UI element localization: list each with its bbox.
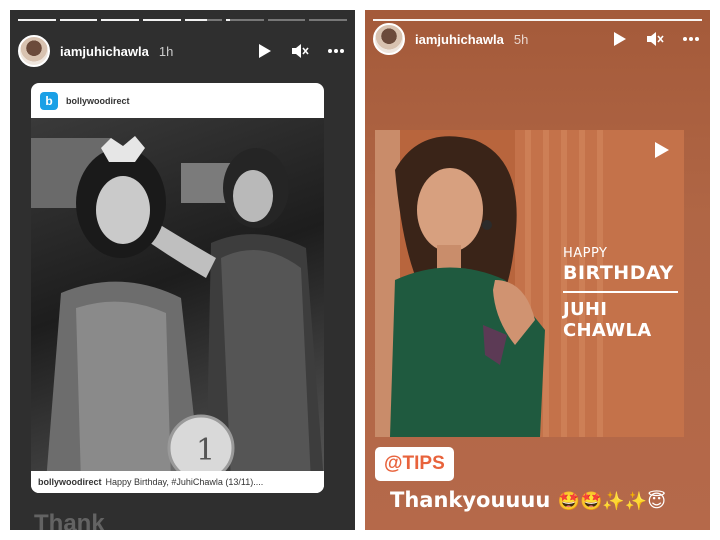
progress-segment [184, 19, 223, 21]
story-left: iamjuhichawla 1h b bollywoodirect 1 boll… [10, 10, 355, 530]
shared-post-header: b bollywoodirect [31, 83, 324, 118]
more-options-icon[interactable] [680, 28, 702, 50]
birthday-line-3: JUHI CHAWLA [563, 299, 652, 341]
story-header: iamjuhichawla 1h [18, 34, 347, 68]
birthday-line-1: HAPPY [563, 246, 608, 261]
source-logo: b [40, 91, 58, 110]
post-time: 1h [158, 43, 174, 59]
progress-segment [101, 19, 139, 21]
progress-segment [267, 19, 306, 21]
play-icon[interactable] [654, 141, 670, 164]
shared-post-photo: 1 [31, 118, 324, 482]
shared-post-card[interactable]: b bollywoodirect 1 bollywoodirect Happy … [31, 83, 324, 493]
progress-segment [59, 19, 98, 21]
divider [563, 291, 678, 293]
story-progress-bar [373, 19, 702, 21]
avatar[interactable] [18, 35, 50, 67]
progress-segment-fill [226, 19, 230, 21]
caption-text: Happy Birthday, #JuhiChawla (13/11).... [105, 477, 264, 487]
mention-sticker[interactable]: @TIPS [375, 447, 454, 481]
source-name[interactable]: bollywoodirect [66, 96, 130, 106]
username[interactable]: iamjuhichawla [60, 44, 149, 59]
story-message: Thankyouuuu 🤩🤩✨✨😇 [390, 488, 666, 512]
story-right: iamjuhichawla 5h HAPPY BIRTHDAY JUHI CHA… [365, 10, 710, 530]
username[interactable]: iamjuhichawla [415, 32, 504, 47]
progress-segment-fill [142, 19, 181, 21]
birthday-text: HAPPY BIRTHDAY JUHI CHAWLA [563, 246, 684, 341]
progress-segment-fill [59, 19, 98, 21]
progress-segment [142, 19, 181, 21]
story-header: iamjuhichawla 5h [373, 22, 702, 56]
caption-username[interactable]: bollywoodirect [38, 477, 102, 487]
progress-segment [309, 19, 347, 21]
post-time: 5h [513, 31, 529, 47]
progress-segment-fill [184, 19, 208, 21]
shared-post-caption: bollywoodirect Happy Birthday, #JuhiChaw… [31, 471, 324, 493]
shared-video-card[interactable]: HAPPY BIRTHDAY JUHI CHAWLA [375, 130, 684, 437]
progress-segment [18, 19, 56, 21]
play-icon[interactable] [253, 40, 275, 62]
story-text: Thank [34, 510, 105, 530]
progress-segment-fill [101, 19, 139, 21]
progress-segment [226, 19, 264, 21]
progress-segment [373, 19, 702, 21]
more-options-icon[interactable] [325, 40, 347, 62]
svg-text:1: 1 [196, 433, 215, 468]
progress-segment-fill [373, 19, 702, 21]
mute-icon[interactable] [289, 40, 311, 62]
message-emojis: 🤩🤩✨✨😇 [557, 491, 667, 512]
birthday-line-2: BIRTHDAY [563, 262, 674, 284]
message-text: Thankyouuuu [390, 488, 551, 512]
mute-icon[interactable] [644, 28, 666, 50]
progress-segment-fill [18, 19, 56, 21]
play-icon[interactable] [608, 28, 630, 50]
story-progress-bar [18, 19, 347, 21]
avatar[interactable] [373, 23, 405, 55]
